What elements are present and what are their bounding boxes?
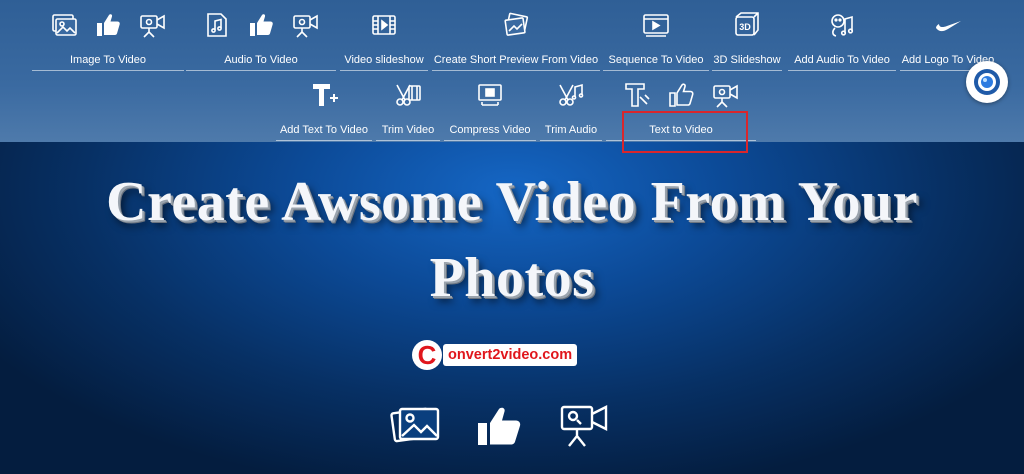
scissors-audio-icon [557, 81, 585, 109]
compress-icon [476, 81, 504, 109]
video-camera-icon [558, 403, 610, 449]
nav-divider [540, 140, 602, 141]
nav-divider [32, 70, 184, 71]
brand-logo[interactable]: C onvert2video.com [412, 338, 584, 372]
nav-divider [712, 70, 782, 71]
nav-trim-video[interactable]: Trim Video [376, 78, 440, 141]
image-icon [390, 403, 442, 449]
thumbs-up-icon [667, 81, 695, 109]
nav-add-text-to-video[interactable]: Add Text To Video [276, 78, 372, 141]
3d-cube-icon: 3D [733, 11, 761, 39]
nav-sequence-to-video[interactable]: Sequence To Video [603, 8, 709, 71]
headline-line-2: Photos [429, 247, 595, 309]
image-icon [50, 11, 78, 39]
nav-image-to-video[interactable]: Image To Video [32, 8, 184, 71]
thumbs-up-icon [94, 11, 122, 39]
nav-divider [788, 70, 896, 71]
nav-label: Image To Video [69, 54, 147, 66]
thumbs-up-icon [474, 403, 526, 449]
nav-label: Compress Video [449, 124, 531, 136]
selection-highlight [622, 111, 748, 153]
nav-label: Create Short Preview From Video [433, 54, 599, 66]
camera-lens-icon [972, 67, 1002, 97]
video-camera-icon [138, 11, 166, 39]
nav-add-audio-to-video[interactable]: Add Audio To Video [788, 8, 896, 71]
nav-audio-to-video[interactable]: Audio To Video [186, 8, 336, 71]
nav-divider [432, 70, 600, 71]
music-face-icon [828, 11, 856, 39]
nav-3d-slideshow[interactable]: 3D 3D Slideshow [712, 8, 782, 71]
image-stack-icon [502, 11, 530, 39]
nav-label: Add Audio To Video [794, 54, 890, 66]
floating-action-button[interactable] [966, 61, 1008, 103]
nav-divider [276, 140, 372, 141]
text-icon [623, 81, 651, 109]
nav-divider [444, 140, 536, 141]
headline-line-1: Create Awsome Video From Your [106, 171, 918, 233]
nav-label: Sequence To Video [608, 54, 704, 66]
nav-label: Audio To Video [224, 54, 298, 66]
video-camera-icon [711, 81, 739, 109]
nav-label: Trim Video [381, 124, 435, 136]
nav-add-logo-to-video[interactable]: Add Logo To Video [900, 8, 996, 71]
text-plus-icon [310, 81, 338, 109]
video-player-icon [642, 11, 670, 39]
thumbs-up-icon [247, 11, 275, 39]
nav-compress-video[interactable]: Compress Video [444, 78, 536, 141]
nav-label: Trim Audio [544, 124, 598, 136]
feature-icons [390, 402, 610, 450]
nav-divider [186, 70, 336, 71]
brand-initial: C [412, 340, 442, 370]
music-file-icon [203, 11, 231, 39]
scissors-film-icon [394, 81, 422, 109]
nav-label: Video slideshow [344, 54, 424, 66]
nav-label: 3D Slideshow [713, 54, 781, 66]
nav-divider [340, 70, 428, 71]
video-camera-icon [291, 11, 319, 39]
nav-video-slideshow[interactable]: Video slideshow [340, 8, 428, 71]
nav-trim-audio[interactable]: Trim Audio [540, 78, 602, 141]
svg-text:3D: 3D [739, 22, 751, 32]
nav-label: Add Text To Video [279, 124, 369, 136]
brand-name: onvert2video.com [443, 344, 578, 366]
nav-divider [376, 140, 440, 141]
film-strip-icon [370, 11, 398, 39]
swoosh-logo-icon [934, 11, 962, 39]
nav-divider [603, 70, 709, 71]
nav-create-short-preview[interactable]: Create Short Preview From Video [432, 8, 600, 71]
top-navigation: Image To Video Audio To Video Video slid… [0, 0, 1024, 142]
